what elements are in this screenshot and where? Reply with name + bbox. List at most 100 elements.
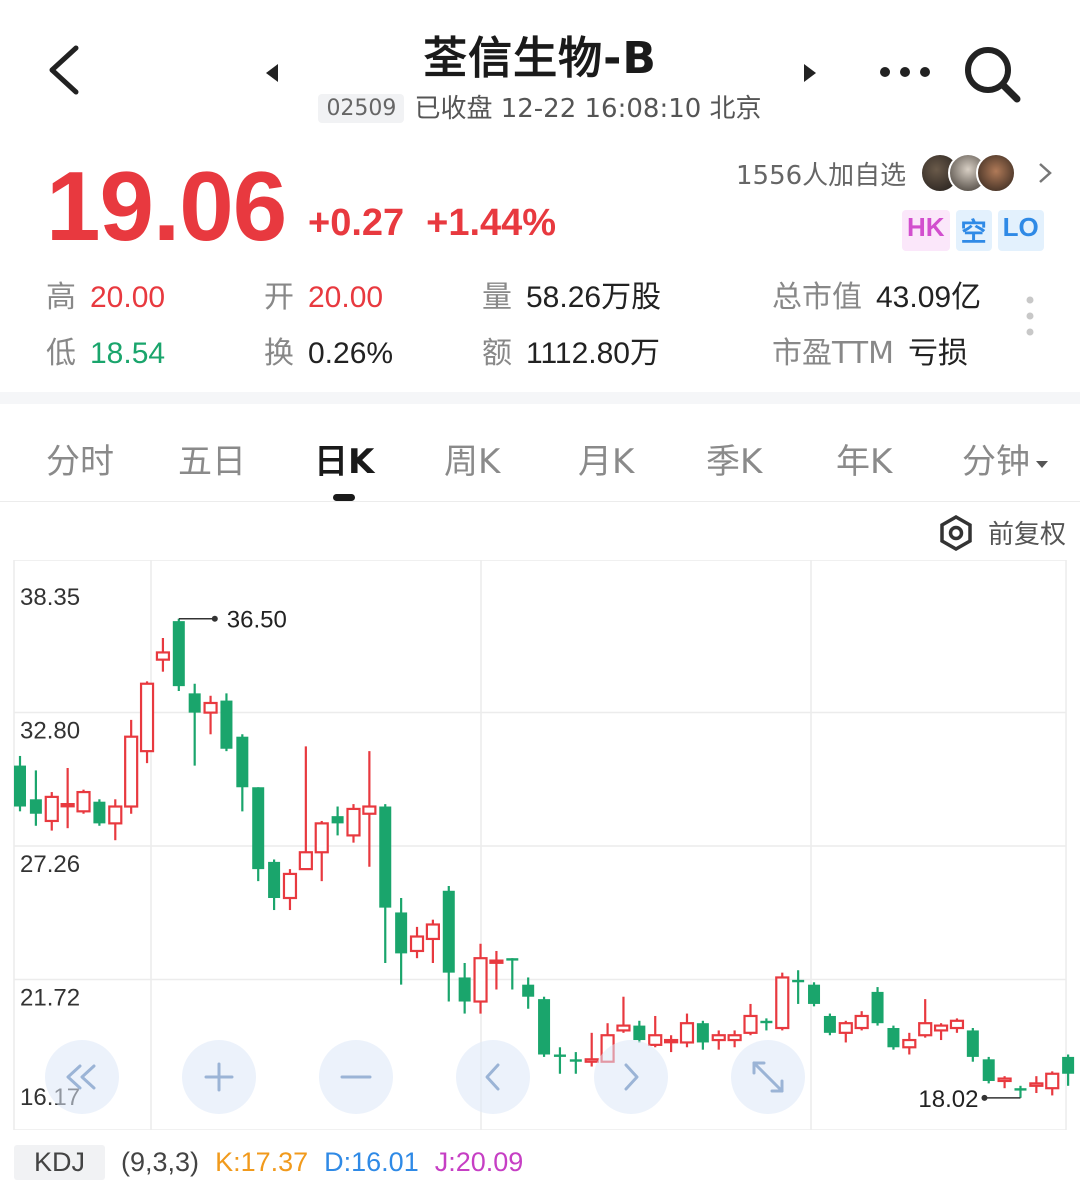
candle-body-down xyxy=(29,799,42,814)
indicator-params: (9,3,3) xyxy=(121,1146,200,1177)
candle-body-up xyxy=(616,1024,631,1032)
candle xyxy=(775,972,790,1031)
candle-body-down xyxy=(188,693,201,713)
candle-body-up xyxy=(664,1038,679,1044)
stat-label: 换 xyxy=(264,336,294,371)
chevron-right-icon[interactable] xyxy=(594,1040,668,1114)
candle xyxy=(236,734,249,812)
minus-icon[interactable] xyxy=(319,1040,393,1114)
candle xyxy=(982,1056,995,1084)
more-icon[interactable] xyxy=(878,62,932,82)
kdj-d-value: D:16.01 xyxy=(324,1146,419,1177)
kdj-k-value: K:17.37 xyxy=(215,1146,309,1177)
next-stock-icon[interactable] xyxy=(800,62,820,84)
settings-hex-icon xyxy=(940,514,972,551)
stat-volume: 量 58.26万股 xyxy=(482,272,661,316)
chevron-left-icon[interactable] xyxy=(456,1040,530,1114)
candle-body-up xyxy=(76,790,91,813)
stat-low: 低 18.54 xyxy=(46,328,165,372)
change-amount: +0.27 xyxy=(308,202,405,244)
search-icon[interactable] xyxy=(962,44,1022,104)
candle-body-up xyxy=(139,682,155,753)
expand-icon[interactable] xyxy=(731,1040,805,1114)
candle-body-down xyxy=(538,999,551,1055)
candle-body-down xyxy=(458,977,471,1002)
expand-stats-icon[interactable] xyxy=(1026,296,1034,336)
control-bg xyxy=(594,1040,668,1114)
tab-intraday[interactable]: 分时 xyxy=(46,434,114,483)
candle xyxy=(76,789,91,814)
candle xyxy=(711,1030,726,1050)
y-tick-label: 38.35 xyxy=(20,584,80,611)
candle xyxy=(871,987,884,1026)
plus-icon[interactable] xyxy=(182,1040,256,1114)
tab-minute-label: 分钟 xyxy=(962,442,1030,482)
stat-label: 量 xyxy=(482,280,512,315)
double-left-icon[interactable] xyxy=(45,1040,119,1114)
candle xyxy=(616,996,631,1033)
candle-body-up xyxy=(743,1014,758,1034)
candle-body-up xyxy=(282,872,298,900)
candle-body-down xyxy=(172,621,185,687)
tab-quarterly-k[interactable]: 季K xyxy=(706,434,762,483)
candle-body-up xyxy=(44,795,59,823)
candle xyxy=(696,1020,709,1050)
candle xyxy=(584,1032,599,1067)
candlestick-chart[interactable]: 38.3532.8027.2621.7216.17 36.5018.02 xyxy=(0,560,1080,1130)
candle xyxy=(522,977,535,1009)
tab-minute[interactable]: 分钟 xyxy=(962,434,1050,483)
last-price: 19.06 xyxy=(46,151,287,261)
indicator-selector[interactable]: KDJ xyxy=(14,1144,106,1180)
candle-body-up xyxy=(124,735,139,808)
tab-daily-k[interactable]: 日K xyxy=(314,434,374,483)
stat-label: 高 xyxy=(46,280,76,315)
tab-yearly-k[interactable]: 年K xyxy=(836,434,892,483)
stat-open: 开 20.00 xyxy=(264,272,383,316)
badge-hk: HK xyxy=(902,210,950,251)
candle xyxy=(949,1018,965,1033)
candle xyxy=(743,1003,758,1036)
candle-body-down xyxy=(760,1020,773,1024)
stat-value: 43.09亿 xyxy=(876,281,982,314)
candle xyxy=(139,681,155,764)
caret-down-icon xyxy=(1036,460,1048,468)
stat-label: 市盈TTM xyxy=(772,336,895,371)
candle xyxy=(346,804,361,843)
candle xyxy=(60,767,75,829)
candle xyxy=(648,1015,663,1048)
price-adjust-toggle[interactable]: 前复权 xyxy=(938,514,1066,551)
low-marker-label: 18.02 xyxy=(918,1086,978,1113)
candle-body-down xyxy=(93,801,106,824)
header: 荃信生物-B 02509 已收盘 12-22 16:08:10 北京 xyxy=(0,0,1080,130)
tab-five-day[interactable]: 五日 xyxy=(178,434,246,483)
candle xyxy=(633,1020,646,1043)
stat-value: 亏损 xyxy=(908,337,969,370)
candle-body-down xyxy=(506,958,519,961)
tab-monthly-k[interactable]: 月K xyxy=(578,434,634,483)
watchlist-count[interactable]: 1556人加自选 xyxy=(736,150,1054,196)
stock-subline: 02509 已收盘 12-22 16:08:10 北京 xyxy=(0,88,1080,125)
candle-body-down xyxy=(379,806,392,908)
adjust-label: 前复权 xyxy=(987,520,1066,550)
stat-label: 总市值 xyxy=(772,280,862,315)
candle xyxy=(1045,1071,1060,1096)
candle xyxy=(29,770,42,826)
candle-body-up xyxy=(1029,1082,1044,1087)
candle-body-down xyxy=(696,1023,709,1043)
y-tick-label: 27.26 xyxy=(20,851,80,878)
stat-value: 58.26万股 xyxy=(526,281,662,314)
candle xyxy=(854,1011,869,1031)
tab-weekly-k[interactable]: 周K xyxy=(444,434,500,483)
candle-body-up xyxy=(679,1022,695,1044)
candle xyxy=(282,869,298,911)
kdj-j-value: J:20.09 xyxy=(434,1146,524,1177)
candle-body-down xyxy=(553,1054,566,1057)
active-tab-indicator xyxy=(333,494,355,501)
candle xyxy=(44,792,59,831)
candle xyxy=(966,1028,979,1062)
candle xyxy=(664,1035,679,1053)
candle-body-up xyxy=(203,701,218,714)
candle-body-down xyxy=(331,816,344,824)
candle xyxy=(379,804,392,964)
candle-body-down xyxy=(871,991,884,1024)
